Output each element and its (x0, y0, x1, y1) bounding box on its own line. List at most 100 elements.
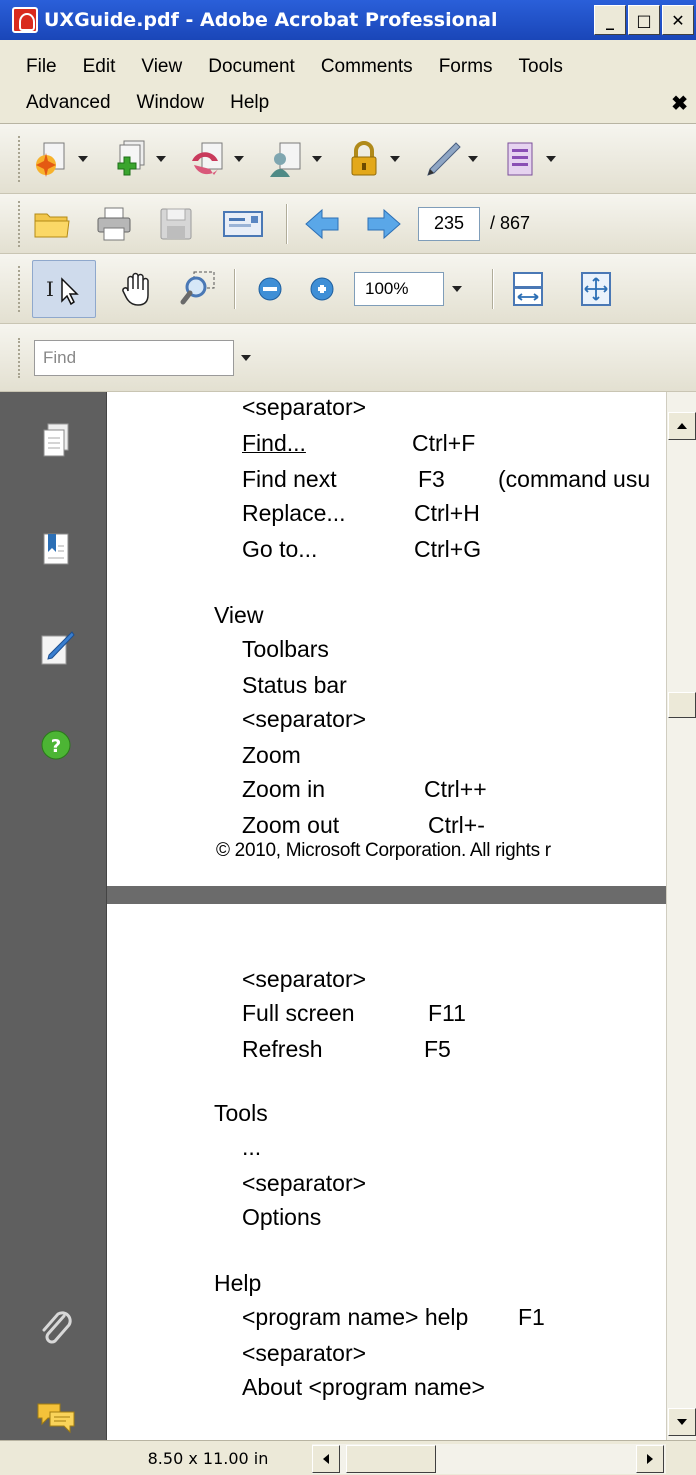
status-bar: 8.50 x 11.00 in (0, 1440, 696, 1475)
toolbar-separator (286, 203, 288, 244)
menu-text-line: Toolbars (242, 636, 329, 662)
maximize-button[interactable]: □ (628, 5, 660, 35)
menu-text-line: Zoom out (242, 812, 340, 838)
scroll-up-button[interactable] (668, 412, 696, 440)
find-dropdown-button[interactable] (234, 340, 258, 376)
horizontal-scroll-thumb[interactable] (346, 1445, 436, 1473)
chevron-down-icon[interactable] (312, 155, 322, 162)
menu-text-line: <separator> (242, 1170, 367, 1196)
menu-help[interactable]: Help (217, 92, 282, 114)
comments-icon[interactable] (36, 1396, 76, 1438)
scroll-left-button[interactable] (312, 1445, 340, 1473)
chevron-down-icon[interactable] (390, 155, 400, 162)
zoom-out-button[interactable] (250, 269, 290, 309)
window-title: UXGuide.pdf - Adobe Acrobat Professional (44, 9, 498, 31)
create-pdf-button[interactable] (32, 139, 88, 179)
minimize-button[interactable]: _ (594, 5, 626, 35)
email-button[interactable] (218, 204, 264, 244)
find-toolbar: Find (0, 324, 696, 392)
email-icon (223, 210, 263, 237)
zoom-dropdown-button[interactable] (444, 272, 470, 306)
hand-tool-icon (122, 272, 149, 306)
zoom-in-button[interactable] (302, 269, 342, 309)
chevron-down-icon[interactable] (234, 155, 244, 162)
page-number-input[interactable]: 235 (418, 206, 480, 241)
collaborate-button[interactable] (266, 139, 322, 179)
toolbar-grip[interactable] (18, 265, 24, 312)
zoom-marquee-button[interactable] (180, 269, 220, 309)
fit-width-icon (513, 271, 543, 306)
shortcut-text: F3 (418, 466, 445, 492)
chevron-down-icon (452, 285, 462, 292)
menu-text-line: Status bar (242, 672, 347, 698)
forms-button[interactable] (500, 139, 556, 179)
scroll-down-button[interactable] (668, 1408, 696, 1436)
fit-width-button[interactable] (508, 269, 548, 309)
menu-forms[interactable]: Forms (426, 56, 506, 78)
page-size-indicator[interactable]: 8.50 x 11.00 in (107, 1441, 309, 1475)
acrobat-app-icon[interactable] (12, 7, 38, 33)
menu-text-line: Go to... (242, 536, 318, 562)
menu-heading: Help (214, 1270, 262, 1296)
shortcut-text: Ctrl+F (412, 430, 476, 456)
combine-files-icon (117, 140, 145, 175)
navigation-pane: ? (0, 392, 107, 1440)
toolbar-grip[interactable] (18, 135, 24, 182)
menu-window[interactable]: Window (124, 92, 218, 114)
chevron-down-icon[interactable] (468, 155, 478, 162)
save-button[interactable] (156, 204, 196, 244)
chevron-down-icon[interactable] (156, 155, 166, 162)
secure-button[interactable] (344, 139, 400, 179)
export-button[interactable] (188, 139, 244, 179)
hand-tool-button[interactable] (118, 269, 158, 309)
scroll-right-button[interactable] (636, 1445, 664, 1473)
menu-text-line: <separator> (242, 706, 367, 732)
find-input[interactable]: Find (34, 339, 234, 376)
print-button[interactable] (94, 204, 134, 244)
attachments-icon[interactable] (36, 1306, 76, 1348)
menu-comments[interactable]: Comments (308, 56, 426, 78)
help-icon[interactable]: ? (36, 724, 76, 766)
chevron-down-icon[interactable] (78, 155, 88, 162)
previous-page-button[interactable] (302, 204, 342, 244)
arrow-left-icon (323, 1454, 329, 1464)
signatures-icon[interactable] (36, 628, 76, 670)
pages-icon[interactable] (36, 420, 76, 462)
open-button[interactable] (32, 204, 72, 244)
title-bar: UXGuide.pdf - Adobe Acrobat Professional… (0, 0, 696, 40)
menu-text-line: ... (242, 1134, 262, 1160)
toolbar-grip[interactable] (18, 337, 24, 378)
menu-view[interactable]: View (128, 56, 195, 78)
menu-text-line: About <program name> (242, 1374, 485, 1400)
next-page-button[interactable] (364, 204, 404, 244)
vertical-scrollbar[interactable] (666, 392, 696, 1440)
menu-text-line: Zoom in (242, 776, 326, 802)
forms-icon (507, 142, 533, 175)
close-button[interactable]: ✕ (662, 5, 694, 35)
next-page-icon (367, 208, 401, 239)
zoom-level-input[interactable]: 100% (354, 271, 444, 306)
menu-text-line: Zoom (242, 742, 301, 768)
sign-button[interactable] (422, 139, 478, 179)
select-tool-button[interactable]: I (32, 259, 96, 318)
menu-advanced[interactable]: Advanced (0, 92, 124, 114)
shortcut-text: F5 (424, 1036, 451, 1062)
chevron-down-icon[interactable] (546, 155, 556, 162)
toolbar-grip[interactable] (18, 200, 24, 247)
menu-file[interactable]: File (0, 56, 70, 78)
menu-document[interactable]: Document (195, 56, 308, 78)
shortcut-text: Ctrl+- (428, 812, 485, 838)
bookmarks-icon[interactable] (36, 528, 76, 570)
close-document-icon[interactable]: ✖ (671, 91, 688, 116)
previous-page-icon (305, 208, 339, 239)
vertical-scroll-thumb[interactable] (668, 692, 696, 718)
menu-edit[interactable]: Edit (70, 56, 129, 78)
document-view[interactable]: <separator> Find... Find next Replace...… (107, 392, 666, 1440)
menu-tools[interactable]: Tools (506, 56, 576, 78)
zoom-marquee-icon (180, 271, 215, 304)
toolbar-separator (234, 268, 236, 309)
fit-page-button[interactable] (576, 269, 616, 309)
horizontal-scrollbar[interactable] (312, 1444, 666, 1474)
combine-files-button[interactable] (110, 139, 166, 179)
file-toolbar: 235 / 867 (0, 194, 696, 254)
